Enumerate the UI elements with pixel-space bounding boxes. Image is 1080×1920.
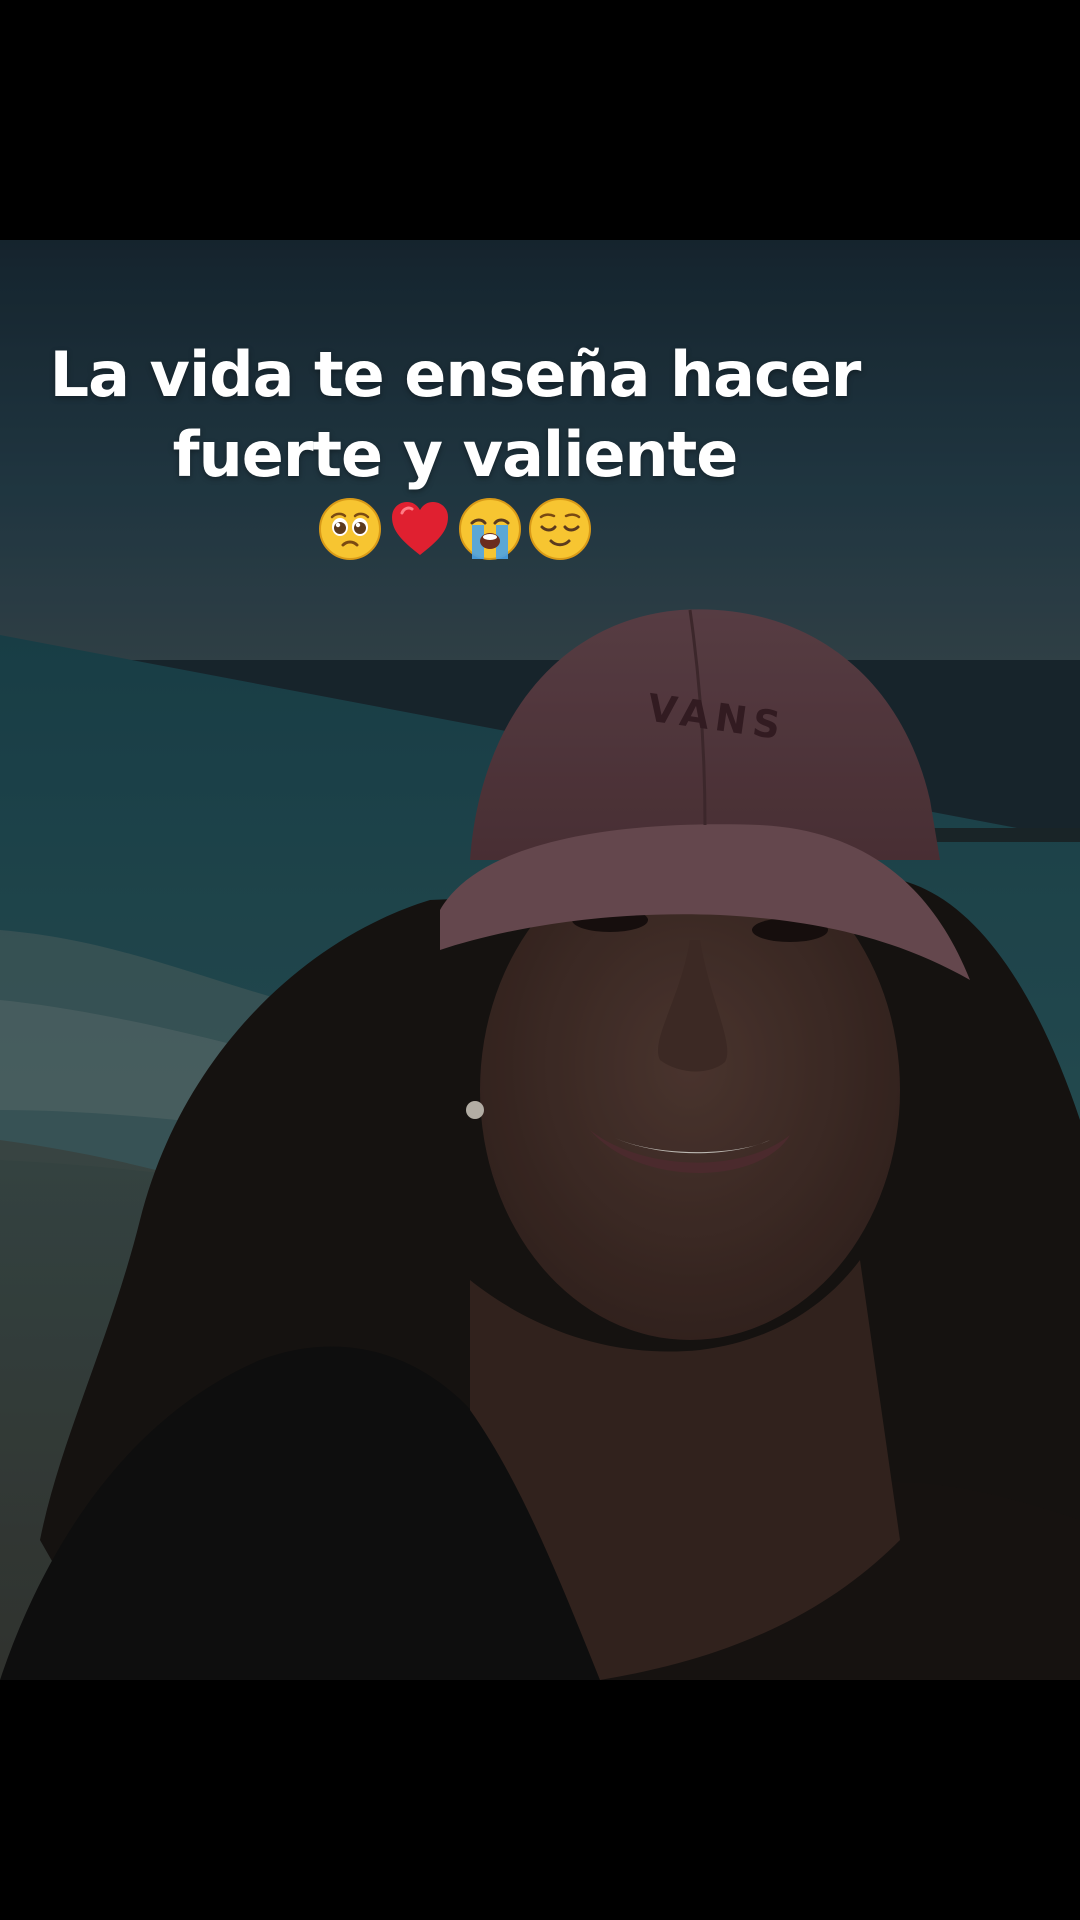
video-caption: La vida te enseña hacer fuerte y valient… bbox=[40, 335, 870, 495]
relieved-face-icon bbox=[529, 498, 591, 560]
bottom-letterbox bbox=[0, 1680, 1080, 1920]
top-letterbox bbox=[0, 0, 1080, 240]
video-screen[interactable]: VANS La vida te enseña hacer fuerte y va… bbox=[0, 0, 1080, 1920]
caption-line-2: fuerte y valiente bbox=[172, 418, 739, 491]
pleading-face-icon bbox=[319, 498, 381, 560]
caption-line-1: La vida te enseña hacer bbox=[49, 338, 862, 411]
loudly-crying-face-icon bbox=[459, 498, 521, 560]
caption-emoji-row bbox=[40, 497, 870, 571]
red-heart-icon bbox=[392, 502, 448, 555]
